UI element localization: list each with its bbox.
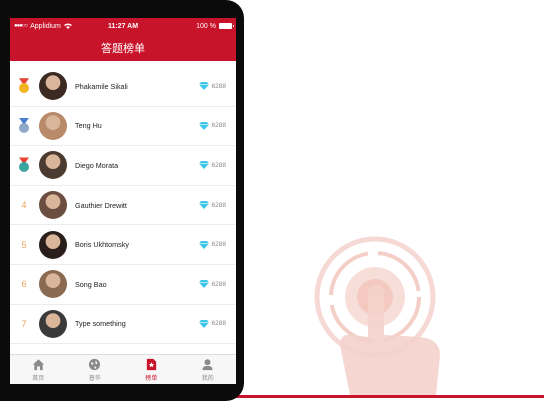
- status-bar: ●●●○○ Applidium 11:27 AM 100 %: [10, 18, 236, 34]
- player-name: Gauthier Drewitt: [75, 200, 127, 210]
- score-value: 6288: [211, 201, 226, 209]
- leaderboard-row[interactable]: Teng Hu 6288: [10, 107, 236, 147]
- score: 6288: [198, 240, 226, 249]
- page-title: 答题榜单: [101, 42, 145, 55]
- score-value: 6288: [211, 280, 226, 288]
- avatar: [39, 309, 67, 338]
- avatar: [39, 72, 67, 101]
- rank-cell: 6: [10, 279, 38, 289]
- diamond-icon: [198, 121, 209, 130]
- rank-cell: 5: [10, 240, 38, 250]
- rank-number: 6: [21, 279, 27, 290]
- player-name: Teng Hu: [75, 121, 102, 131]
- gold-medal-icon: [18, 78, 30, 94]
- diamond-icon: [198, 319, 209, 328]
- leaderboard-row[interactable]: 6 Song Bao 6288: [10, 265, 236, 305]
- diamond-icon: [198, 161, 209, 170]
- rank-number: 4: [21, 200, 27, 211]
- battery-icon: [219, 23, 234, 29]
- tab-profile[interactable]: 我的: [180, 355, 237, 384]
- avatar: [39, 111, 67, 140]
- player-name: Phakamile Sikali: [75, 81, 128, 91]
- avatar: [39, 191, 67, 220]
- player-name: Song Bao: [75, 279, 107, 289]
- tab-home-label: 首页: [32, 375, 45, 382]
- player-name: Type something: [75, 319, 126, 329]
- score: 6288: [198, 121, 226, 130]
- tab-globe-label: 普华: [88, 375, 101, 382]
- leaderboard-row[interactable]: 5 Boris Ukhtomsky 6288: [10, 225, 236, 265]
- tab-bar: 首页 普华 榜单 我的: [10, 354, 236, 384]
- home-icon: [32, 358, 44, 370]
- score-value: 6288: [211, 161, 226, 169]
- globe-icon: [89, 358, 101, 370]
- page: ●●●○○ Applidium 11:27 AM 100 % 答题榜单 Phak…: [0, 0, 544, 401]
- silver-medal-icon: [18, 117, 30, 134]
- rank-cell: 7: [10, 319, 38, 329]
- diamond-icon: [198, 82, 209, 91]
- tablet-frame: ●●●○○ Applidium 11:27 AM 100 % 答题榜单 Phak…: [0, 0, 244, 401]
- rank-cell: [10, 78, 38, 94]
- bronze-medal-icon: [18, 157, 30, 173]
- tab-home[interactable]: 首页: [10, 355, 67, 384]
- leaderboard-row[interactable]: Phakamile Sikali 6288: [10, 67, 236, 107]
- diamond-icon: [198, 201, 209, 210]
- score-value: 6288: [211, 320, 226, 328]
- accent-underline: [236, 395, 544, 398]
- ranking-icon: [146, 358, 156, 370]
- tab-globe[interactable]: 普华: [67, 355, 124, 384]
- rank-number: 7: [21, 318, 27, 329]
- score-value: 6288: [211, 82, 226, 90]
- score: 6288: [198, 82, 226, 91]
- score: 6288: [198, 201, 226, 210]
- avatar: [39, 151, 67, 180]
- avatar: [39, 230, 67, 259]
- leaderboard-row[interactable]: 4 Gauthier Drewitt 6288: [10, 186, 236, 226]
- profile-icon: [202, 358, 213, 370]
- tab-ranking-label: 榜单: [145, 375, 158, 382]
- diamond-icon: [198, 240, 209, 249]
- leaderboard-row[interactable]: Diego Morata 6288: [10, 146, 236, 186]
- rank-number: 5: [21, 239, 27, 250]
- rank-cell: [10, 157, 38, 173]
- score: 6288: [198, 319, 226, 328]
- tab-ranking[interactable]: 榜单: [123, 355, 180, 384]
- avatar: [39, 270, 67, 299]
- player-name: Diego Morata: [75, 160, 119, 170]
- leaderboard-list: Phakamile Sikali 6288 Teng Hu 6288 Diego Mor…: [10, 67, 236, 345]
- app-screen: ●●●○○ Applidium 11:27 AM 100 % 答题榜单 Phak…: [10, 18, 236, 384]
- score: 6288: [198, 161, 226, 170]
- tab-profile-label: 我的: [201, 375, 214, 382]
- touch-gesture-illustration: [314, 236, 440, 395]
- score: 6288: [198, 280, 226, 289]
- leaderboard-row[interactable]: 7 Type something 6288: [10, 305, 236, 345]
- score-value: 6288: [211, 241, 226, 249]
- diamond-icon: [198, 280, 209, 289]
- player-name: Boris Ukhtomsky: [75, 240, 129, 250]
- status-time: 11:27 AM: [107, 22, 139, 30]
- nav-bar: 答题榜单: [10, 34, 236, 61]
- score-value: 6288: [211, 122, 226, 130]
- rank-cell: 4: [10, 200, 38, 210]
- rank-cell: [10, 117, 38, 134]
